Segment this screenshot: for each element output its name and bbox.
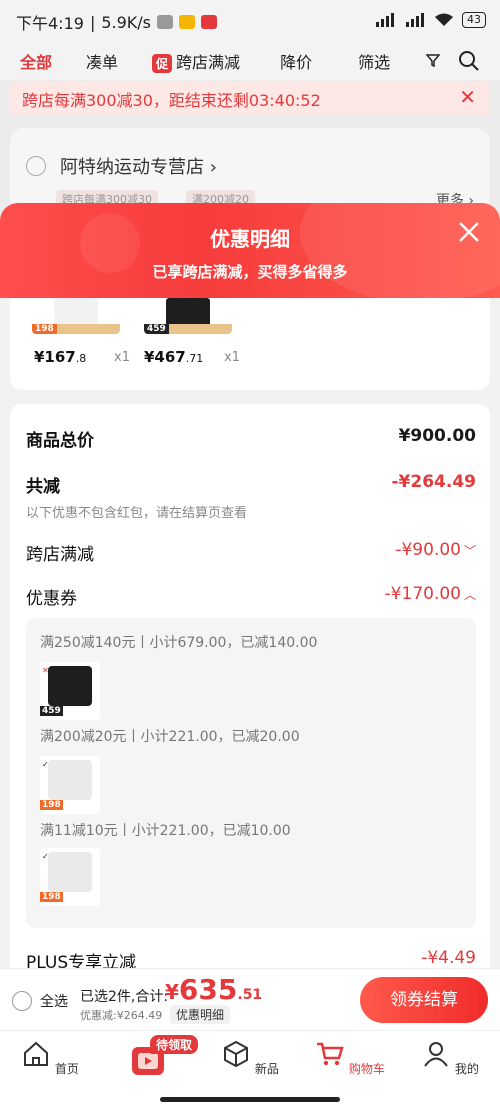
home-icon <box>24 1041 49 1066</box>
plus-value: -¥4.49 <box>421 948 476 968</box>
filter-icon <box>426 54 440 67</box>
tab-bundle[interactable]: 凑单 <box>86 49 118 73</box>
coupon-product-thumbnail: ✓ 198 <box>40 848 100 906</box>
tab-home[interactable]: 首页 <box>10 1039 90 1077</box>
product-thumbnail[interactable]: 198 <box>32 298 120 334</box>
wifi-icon <box>435 13 453 26</box>
price-summary-card: 商品总价 ¥900.00 共减 -¥264.49 以下优惠不包含红包，请在结算页… <box>10 404 490 1030</box>
close-icon[interactable]: ✕ <box>459 85 476 109</box>
filter-tabs: 全部 凑单 促跨店满减 降价 筛选 <box>0 42 500 80</box>
discount-summary: 优惠减:¥264.49 <box>80 1009 163 1022</box>
jd-app-icon <box>201 15 217 29</box>
shop-name[interactable]: 阿特纳运动专营店 › <box>60 153 217 179</box>
total-value: ¥900.00 <box>398 426 476 446</box>
item-price: ¥467.71 <box>144 348 204 366</box>
coupon-value[interactable]: -¥170.00 ︿ <box>385 584 476 604</box>
discount-detail-button[interactable]: 优惠明细 <box>170 1005 231 1024</box>
price-tag: 198 <box>40 892 63 902</box>
product-thumbnail[interactable]: 459 <box>144 298 232 334</box>
mute-icon <box>157 15 173 29</box>
promo-notice: 跨店每满300减30，距结束还剩03:40:52 ✕ <box>10 82 490 116</box>
checkout-button[interactable]: 领券结算 <box>360 977 488 1023</box>
close-icon[interactable] <box>458 221 480 243</box>
item-quantity: x1 <box>224 350 240 365</box>
claim-badge: 待领取 <box>150 1035 199 1054</box>
battery-indicator: 43 <box>462 12 486 28</box>
tab-cart[interactable]: 购物车 <box>310 1039 390 1077</box>
status-time: 下午4:19 <box>16 14 84 33</box>
white-jacket-image <box>48 852 92 892</box>
total-label: 商品总价 <box>26 431 94 451</box>
user-icon <box>424 1042 448 1067</box>
cross-store-label: 跨店满减 <box>26 545 94 565</box>
selected-items-card: 198 459 ¥167.8 x1 ¥467.71 x1 <box>10 298 490 390</box>
select-all-checkbox[interactable] <box>12 991 32 1011</box>
tab-cross-store[interactable]: 促跨店满减 <box>152 49 240 73</box>
price-tag: 198 <box>32 324 57 334</box>
tab-all[interactable]: 全部 <box>20 49 52 73</box>
shop-checkbox[interactable] <box>26 156 46 176</box>
item-quantity: x1 <box>114 350 130 365</box>
tab-filter[interactable]: 筛选 <box>358 49 390 73</box>
signal-icon <box>376 13 394 27</box>
promo-tag: 促 <box>152 54 173 73</box>
popup-header: 优惠明细 已享跨店满减，买得多省得多 <box>0 203 500 303</box>
cross-store-value[interactable]: -¥90.00 ﹀ <box>395 540 476 560</box>
tab-price-drop[interactable]: 降价 <box>280 49 312 73</box>
popup-title: 优惠明细 <box>210 227 290 251</box>
coupon-product-thumbnail: ✕ 459 <box>40 662 100 720</box>
item-price: ¥167.8 <box>34 348 87 366</box>
price-tag: 198 <box>40 800 63 810</box>
tab-new[interactable]: 新品 <box>210 1039 290 1077</box>
select-all-label[interactable]: 全选 <box>40 991 68 1011</box>
coupon-detail-list: 满250减140元丨小计679.00，已减140.00 ✕ 459 满200减2… <box>26 618 476 928</box>
signal-2-icon <box>406 13 424 27</box>
black-jacket-image <box>48 666 92 706</box>
chevron-up-icon: ︿ <box>463 588 476 602</box>
popup-subtitle: 已享跨店满减，买得多省得多 <box>152 263 348 281</box>
nike-logo-icon: ✓ <box>42 760 49 769</box>
white-jacket-image <box>48 760 92 800</box>
total-amount: ¥635.51 <box>165 973 263 1006</box>
discount-hint: 以下优惠不包含红包，请在结算页查看 <box>26 506 248 521</box>
network-speed: 5.9K/s <box>101 12 151 32</box>
price-tag: 459 <box>40 706 63 716</box>
coupon-line: 满11减10元丨小计221.00，已减10.00 <box>40 823 291 839</box>
discount-label: 共减 <box>26 477 60 497</box>
search-icon[interactable] <box>458 50 480 72</box>
bottom-tab-bar: 首页 待领取 新品 购物车 我的 <box>0 1030 500 1111</box>
promo-notice-text: 跨店每满300减30，距结束还剩03:40:52 <box>22 91 321 110</box>
checkout-bar: 全选 已选2件,合计: ¥635.51 优惠减:¥264.49 优惠明细 领券结… <box>0 968 500 1030</box>
coupon-line: 满200减20元丨小计221.00，已减20.00 <box>40 729 300 745</box>
coupon-label: 优惠券 <box>26 589 77 609</box>
status-bar: 下午4:19 | 5.9K/s 43 <box>0 0 500 42</box>
cube-icon <box>224 1040 249 1068</box>
chevron-down-icon: ﹀ <box>463 544 476 558</box>
tab-profile[interactable]: 我的 <box>410 1039 490 1077</box>
coupon-product-thumbnail: ✓ 198 <box>40 756 100 814</box>
discount-value: -¥264.49 <box>391 472 477 492</box>
brand-logo-icon: ✕ <box>42 666 49 675</box>
price-tag: 459 <box>144 324 169 334</box>
meituan-app-icon <box>179 15 195 29</box>
coupon-line: 满250减140元丨小计679.00，已减140.00 <box>40 635 318 651</box>
home-indicator <box>160 1097 340 1102</box>
cart-icon <box>317 1042 344 1066</box>
nike-logo-icon: ✓ <box>42 852 49 861</box>
selected-count: 已选2件,合计: <box>80 989 169 1005</box>
